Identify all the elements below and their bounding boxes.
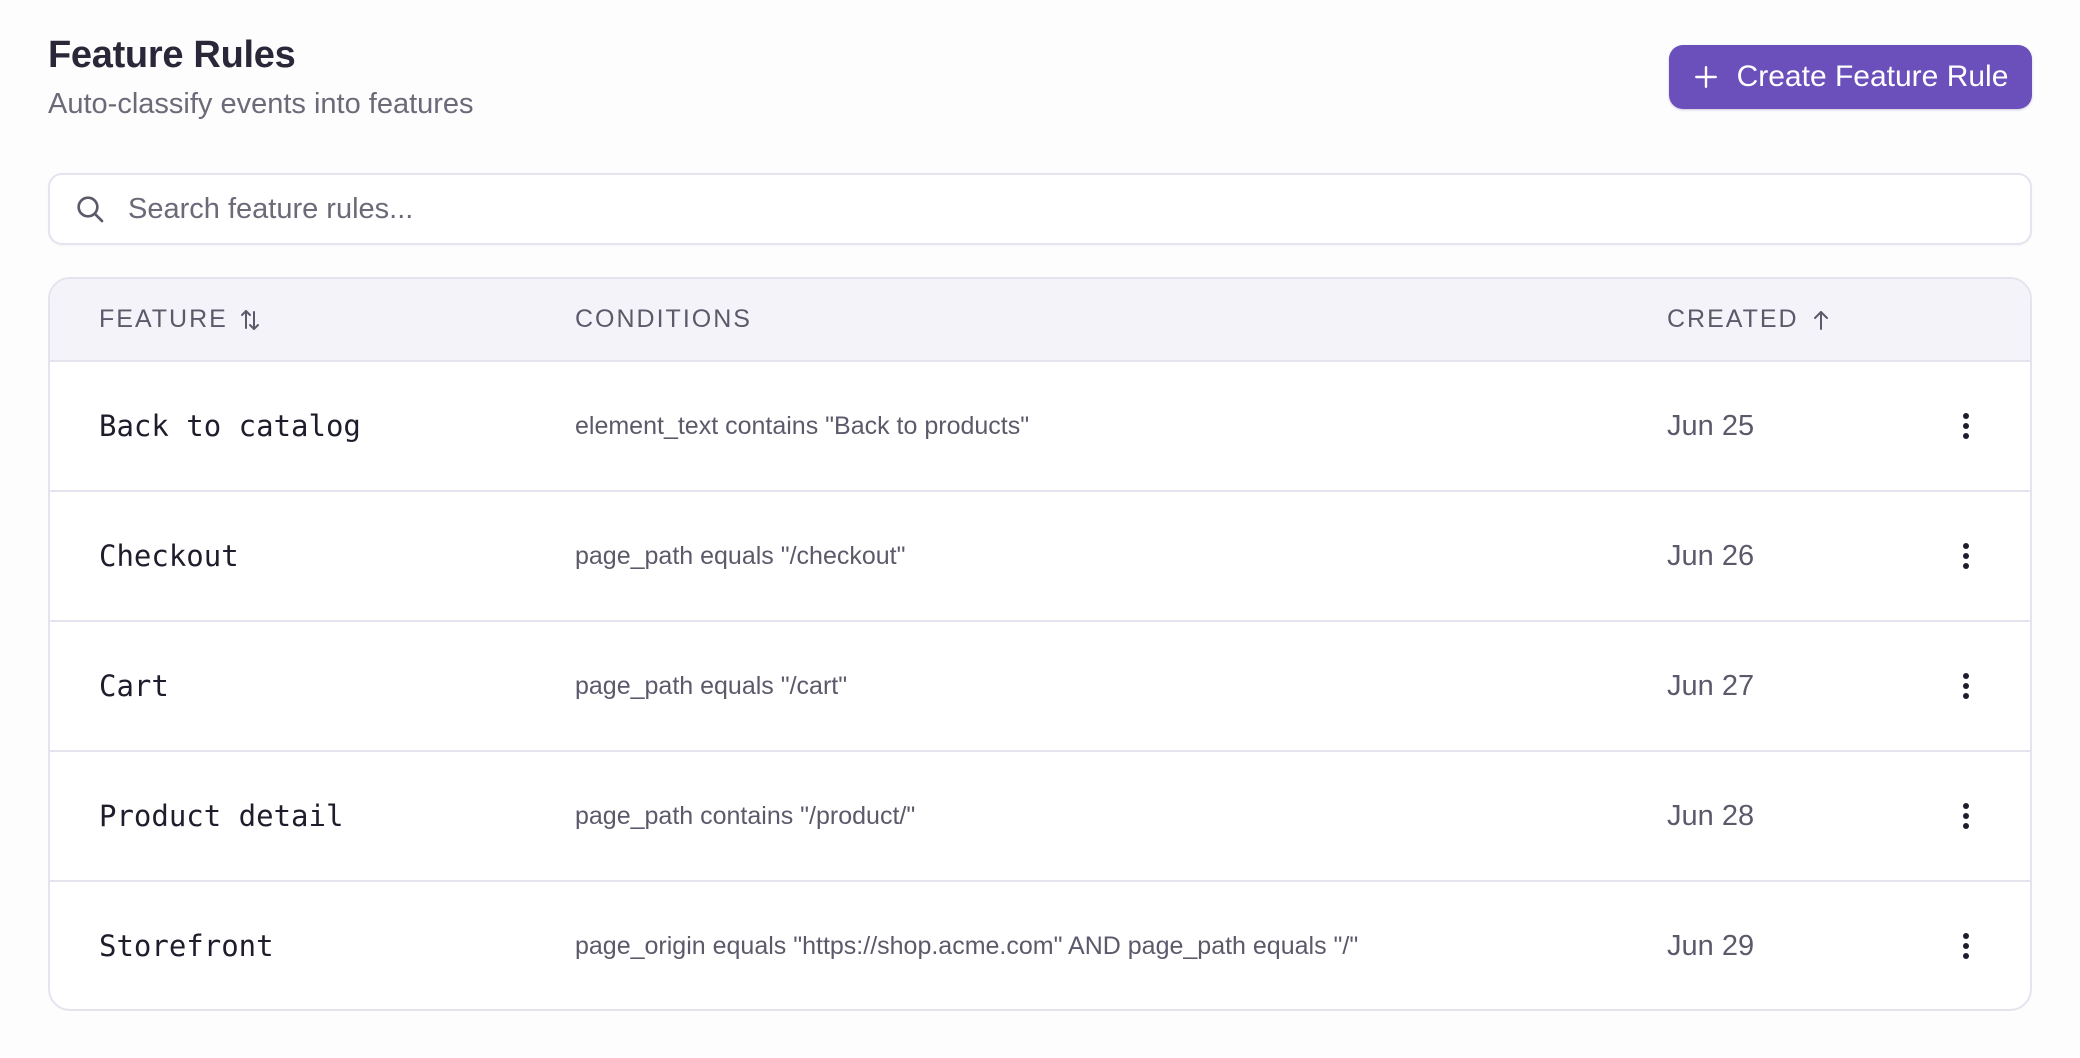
sort-both-icon <box>240 309 259 330</box>
feature-name: Storefront <box>99 929 274 963</box>
row-actions-button[interactable] <box>1948 622 1984 750</box>
column-header-conditions: CONDITIONS <box>575 279 752 360</box>
feature-rules-page: Feature Rules Auto-classify events into … <box>0 0 2080 1058</box>
row-actions-button[interactable] <box>1948 752 1984 880</box>
more-vertical-icon <box>1963 803 1969 829</box>
table-row[interactable]: Product detail page_path contains "/prod… <box>50 752 2030 882</box>
created-date: Jun 26 <box>1667 539 1755 572</box>
search-bar <box>48 173 2032 245</box>
page-header: Feature Rules Auto-classify events into … <box>48 34 2032 134</box>
table-row[interactable]: Checkout page_path equals "/checkout" Ju… <box>50 492 2030 622</box>
created-date: Jun 27 <box>1667 669 1755 702</box>
created-date: Jun 29 <box>1667 929 1755 962</box>
feature-name: Back to catalog <box>99 409 361 443</box>
feature-conditions: page_path contains "/product/" <box>575 801 916 830</box>
create-feature-rule-label: Create Feature Rule <box>1736 60 2009 93</box>
feature-conditions: page_origin equals "https://shop.acme.co… <box>575 931 1359 960</box>
table-row[interactable]: Storefront page_origin equals "https://s… <box>50 882 2030 1009</box>
plus-icon <box>1694 66 1717 88</box>
column-header-created-label: CREATED <box>1667 305 1799 333</box>
column-header-feature[interactable]: FEATURE <box>99 279 262 360</box>
more-vertical-icon <box>1963 933 1969 959</box>
feature-conditions: element_text contains "Back to products" <box>575 411 1030 440</box>
page-title: Feature Rules <box>48 34 296 76</box>
row-actions-button[interactable] <box>1948 882 1984 1009</box>
column-header-created[interactable]: CREATED <box>1667 279 1833 360</box>
more-vertical-icon <box>1963 673 1969 699</box>
created-date: Jun 28 <box>1667 799 1755 832</box>
feature-conditions: page_path equals "/cart" <box>575 671 848 700</box>
table-header: FEATURE CONDITIONS CREATED <box>50 279 2030 362</box>
feature-name: Product detail <box>99 799 344 833</box>
feature-name: Checkout <box>99 539 239 573</box>
search-icon <box>77 196 104 223</box>
more-vertical-icon <box>1963 413 1969 439</box>
feature-rules-table: FEATURE CONDITIONS CREATED Back to catal… <box>48 277 2032 1011</box>
row-actions-button[interactable] <box>1948 362 1984 490</box>
more-vertical-icon <box>1963 543 1969 569</box>
arrow-up-icon <box>1813 310 1828 330</box>
page-subtitle: Auto-classify events into features <box>48 88 474 120</box>
created-date: Jun 25 <box>1667 409 1755 442</box>
feature-name: Cart <box>99 669 169 703</box>
table-row[interactable]: Back to catalog element_text contains "B… <box>50 362 2030 492</box>
row-actions-button[interactable] <box>1948 492 1984 620</box>
table-row[interactable]: Cart page_path equals "/cart" Jun 27 <box>50 622 2030 752</box>
column-header-feature-label: FEATURE <box>99 305 228 333</box>
search-input[interactable] <box>128 192 1928 226</box>
column-header-conditions-label: CONDITIONS <box>575 305 752 333</box>
feature-conditions: page_path equals "/checkout" <box>575 541 906 570</box>
create-feature-rule-button[interactable]: Create Feature Rule <box>1669 45 2032 109</box>
